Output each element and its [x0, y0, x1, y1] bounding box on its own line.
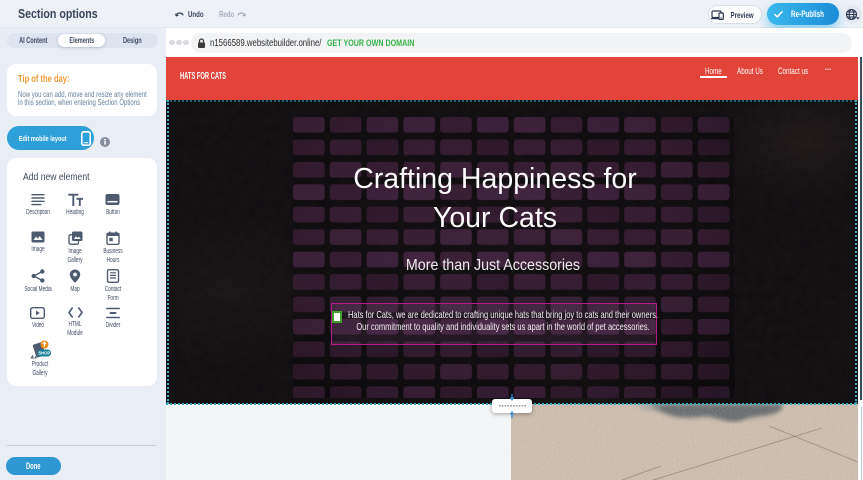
- svg-text:SHOP: SHOP: [38, 351, 50, 356]
